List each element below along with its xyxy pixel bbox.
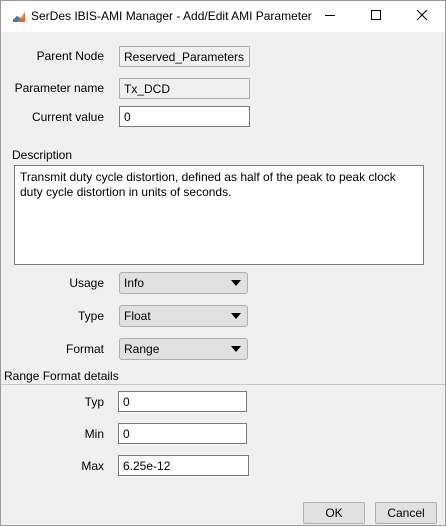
typ-input[interactable]: 0 [118,391,247,412]
minimize-button[interactable] [307,1,353,32]
parent-node-field: Reserved_Parameters [119,46,250,67]
cancel-button[interactable]: Cancel [375,502,437,524]
parent-node-label: Parent Node [36,49,104,63]
description-line-1: Transmit duty cycle distortion, defined … [20,170,396,184]
ok-button[interactable]: OK [303,502,365,524]
title-bar[interactable]: SerDes IBIS-AMI Manager - Add/Edit AMI P… [1,1,445,32]
type-label: Type [77,309,104,323]
min-label: Min [84,427,104,441]
usage-selected: Info [124,276,145,290]
maximize-button[interactable] [353,1,399,32]
max-label: Max [81,459,104,473]
usage-dropdown[interactable]: Info [119,272,248,294]
minimize-icon [324,9,336,24]
format-dropdown[interactable]: Range [119,338,248,360]
matlab-logo-icon [11,9,27,25]
window-title: SerDes IBIS-AMI Manager - Add/Edit AMI P… [31,9,312,23]
close-icon [416,9,428,24]
parameter-name-label: Parameter name [14,81,104,95]
description-label: Description [12,148,73,162]
format-label: Format [65,342,104,356]
section-divider [1,384,445,385]
chevron-down-icon [231,280,241,286]
type-dropdown[interactable]: Float [119,305,248,327]
maximize-icon [370,9,382,24]
typ-label: Typ [84,395,104,409]
usage-label: Usage [69,276,104,290]
range-format-heading: Range Format details [4,369,119,383]
current-value-label: Current value [31,110,104,124]
close-button[interactable] [399,1,445,32]
chevron-down-icon [231,313,241,319]
chevron-down-icon [231,346,241,352]
description-line-2: duty cycle distortion in units of second… [20,185,232,199]
dialog-window: SerDes IBIS-AMI Manager - Add/Edit AMI P… [0,0,446,526]
current-value-input[interactable]: 0 [119,106,250,127]
description-textarea[interactable]: Transmit duty cycle distortion, defined … [14,165,424,265]
max-input[interactable]: 6.25e-12 [118,455,249,476]
type-selected: Float [124,309,151,323]
format-selected: Range [124,342,160,356]
parameter-name-field: Tx_DCD [119,78,250,99]
min-input[interactable]: 0 [118,423,247,444]
